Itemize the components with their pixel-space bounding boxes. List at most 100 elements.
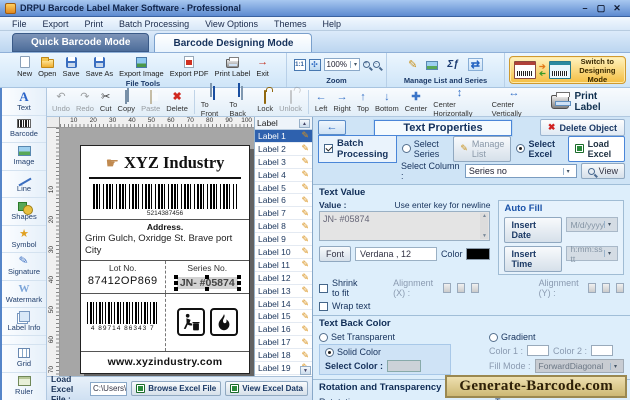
selected-series-text[interactable]: JN- #05874 bbox=[173, 274, 241, 291]
selection-handle[interactable] bbox=[236, 286, 241, 291]
label-list-item[interactable]: Label 6 ✎ bbox=[255, 194, 312, 208]
label-list-item[interactable]: Label 15 ✎ bbox=[255, 310, 312, 324]
edit-list-pencil-icon[interactable]: ✎ bbox=[408, 58, 417, 71]
selection-handle[interactable] bbox=[173, 280, 178, 285]
pencil-icon[interactable]: ✎ bbox=[301, 234, 309, 245]
sidebar-item-ruler[interactable]: Ruler bbox=[2, 373, 46, 400]
zoom-level-select[interactable]: 100% ▾ bbox=[323, 58, 360, 71]
label-list-item[interactable]: Label 13 ✎ bbox=[255, 284, 312, 298]
select-column-dropdown[interactable]: Series no ▾ bbox=[464, 164, 577, 178]
lock-button[interactable]: Lock bbox=[254, 90, 276, 113]
select-excel-radio[interactable]: Select Excel bbox=[516, 139, 562, 159]
selection-handle[interactable] bbox=[205, 286, 210, 291]
textarea-scrollbar[interactable]: ▲ ▼ bbox=[480, 213, 489, 239]
sidebar-item-image[interactable]: Image bbox=[2, 143, 46, 171]
pencil-icon[interactable]: ✎ bbox=[301, 298, 309, 309]
pencil-icon[interactable]: ✎ bbox=[301, 246, 309, 257]
menu-themes[interactable]: Themes bbox=[266, 19, 315, 29]
close-button[interactable]: ✕ bbox=[609, 3, 625, 14]
export-pdf-button[interactable]: Export PDF bbox=[167, 54, 212, 78]
series-image-icon[interactable] bbox=[426, 61, 439, 70]
pencil-icon[interactable]: ✎ bbox=[301, 143, 309, 154]
switch-to-designing-mode-button[interactable]: ➔ ➔ Switch to Designing Mode bbox=[509, 56, 626, 84]
pencil-icon[interactable]: ✎ bbox=[301, 182, 309, 193]
address-text[interactable]: Grim Gulch, Oxridge St. Brave port City bbox=[85, 232, 245, 257]
delete-button[interactable]: ✖ Delete bbox=[163, 91, 191, 113]
undo-button[interactable]: ↶ Undo bbox=[49, 91, 73, 113]
selection-handle[interactable] bbox=[236, 280, 241, 285]
label-list-item[interactable]: Label 7 ✎ bbox=[255, 207, 312, 221]
align-y-top-button[interactable] bbox=[588, 283, 597, 293]
label-list-item[interactable]: Label 8 ✎ bbox=[255, 220, 312, 234]
align-y-middle-button[interactable] bbox=[602, 283, 611, 293]
solid-color-radio[interactable]: Solid Color bbox=[325, 347, 445, 357]
align-x-left-button[interactable] bbox=[442, 283, 451, 293]
wrap-text-checkbox[interactable] bbox=[319, 301, 328, 311]
label-list-item[interactable]: Label 14 ✎ bbox=[255, 297, 312, 311]
pencil-icon[interactable]: ✎ bbox=[301, 350, 309, 361]
pencil-icon[interactable]: ✎ bbox=[301, 208, 309, 219]
selection-handle[interactable] bbox=[205, 274, 210, 279]
pencil-icon[interactable]: ✎ bbox=[301, 259, 309, 270]
scroll-up-icon[interactable]: ▲ bbox=[299, 118, 310, 128]
sidebar-item-shapes[interactable]: Shapes bbox=[2, 198, 46, 226]
set-transparent-radio[interactable]: Set Transparent bbox=[319, 332, 489, 342]
font-button[interactable]: Font bbox=[319, 246, 352, 262]
gradient-radio[interactable]: Gradient bbox=[489, 332, 624, 342]
sigma-function-icon[interactable]: Σƒ bbox=[447, 59, 458, 70]
center-vertically-button[interactable]: ↔ Center Vertically bbox=[489, 87, 540, 118]
sidebar-item-watermark[interactable]: W Watermark bbox=[2, 281, 46, 308]
label-list-item[interactable]: Label 4 ✎ bbox=[255, 168, 312, 182]
align-x-right-button[interactable] bbox=[470, 283, 479, 293]
barcode-1[interactable] bbox=[93, 184, 237, 209]
manage-list-button[interactable]: ✎ Manage List bbox=[453, 135, 512, 162]
pencil-icon[interactable]: ✎ bbox=[301, 169, 309, 180]
label-list-item[interactable]: Label 16 ✎ bbox=[255, 323, 312, 337]
time-format-select[interactable]: h:mm:ss tt ▾ bbox=[566, 244, 618, 264]
exit-button[interactable]: → Exit bbox=[253, 54, 272, 78]
label-list-item[interactable]: Label 10 ✎ bbox=[255, 246, 312, 259]
pencil-icon[interactable]: ✎ bbox=[301, 272, 309, 283]
to-back-button[interactable]: To Back bbox=[226, 85, 254, 118]
label-list-item[interactable]: Label 3 ✎ bbox=[255, 155, 312, 169]
barcode-2[interactable] bbox=[87, 301, 159, 324]
menu-batch-processing[interactable]: Batch Processing bbox=[111, 19, 197, 29]
font-value-field[interactable]: Verdana , 12 bbox=[355, 247, 437, 261]
tab-barcode-designing-mode[interactable]: Barcode Designing Mode bbox=[154, 33, 313, 52]
align-left-button[interactable]: ← Left bbox=[312, 91, 331, 113]
sidebar-item-line[interactable]: Line bbox=[2, 171, 46, 198]
redo-button[interactable]: ↷ Redo bbox=[73, 91, 97, 113]
to-front-button[interactable]: To Front bbox=[198, 85, 227, 118]
sidebar-item-grid[interactable]: Grid bbox=[2, 345, 46, 373]
tab-quick-barcode-mode[interactable]: Quick Barcode Mode bbox=[12, 33, 150, 52]
pencil-icon[interactable]: ✎ bbox=[301, 337, 309, 348]
menu-print[interactable]: Print bbox=[77, 19, 112, 29]
label-list-item[interactable]: Label 17 ✎ bbox=[255, 336, 312, 350]
label-list-item[interactable]: Label 12 ✎ bbox=[255, 271, 312, 285]
shrink-to-fit-checkbox[interactable] bbox=[319, 283, 328, 293]
sidebar-item-label-info[interactable]: Label Info bbox=[2, 308, 46, 336]
insert-time-button[interactable]: Insert Time bbox=[504, 246, 563, 272]
fill-mode-select[interactable]: ForwardDiagonal ▾ bbox=[534, 359, 624, 373]
pencil-icon[interactable]: ✎ bbox=[301, 311, 309, 322]
label-list-item[interactable]: Label 9 ✎ bbox=[255, 233, 312, 247]
label-list-item[interactable]: Label 2 ✎ bbox=[255, 142, 312, 156]
minimize-button[interactable]: – bbox=[577, 3, 593, 13]
swap-arrows-icon[interactable]: ⇄ bbox=[467, 58, 483, 71]
color2-swatch[interactable] bbox=[591, 345, 614, 356]
maximize-button[interactable]: ▢ bbox=[593, 3, 609, 14]
design-canvas[interactable]: 10 20 30 40 50 60 70 80 90 100 10 20 30 40 50 60 … bbox=[47, 117, 254, 376]
unlock-button[interactable]: Unlock bbox=[276, 90, 305, 113]
paste-button[interactable]: Paste bbox=[138, 90, 163, 113]
value-textarea[interactable]: JN- #05874 ▲ ▼ bbox=[319, 211, 491, 241]
select-series-radio[interactable]: Select Series bbox=[401, 139, 449, 159]
no-litter-symbol[interactable] bbox=[176, 308, 205, 337]
menu-view-options[interactable]: View Options bbox=[197, 19, 266, 29]
copy-button[interactable]: Copy bbox=[115, 90, 139, 113]
align-center-button[interactable]: ✚ Center bbox=[402, 91, 431, 113]
align-y-bottom-button[interactable] bbox=[616, 283, 625, 293]
pencil-icon[interactable]: ✎ bbox=[301, 195, 309, 206]
pencil-icon[interactable]: ✎ bbox=[301, 324, 309, 335]
label-list-item[interactable]: Label 1 ✎ bbox=[255, 130, 312, 143]
sidebar-item-text[interactable]: A Text bbox=[2, 88, 46, 116]
